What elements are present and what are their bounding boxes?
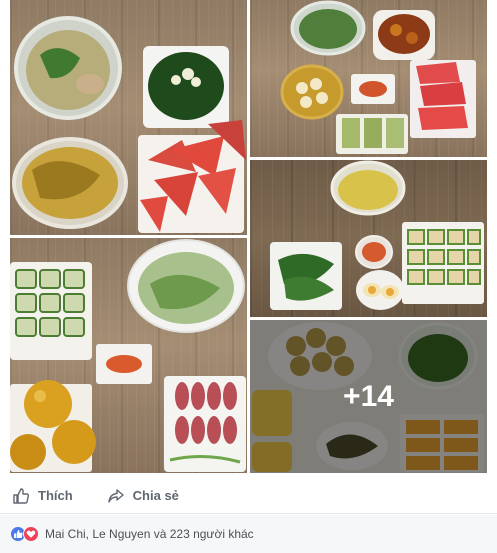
share-button[interactable]: Chia sẻ	[107, 487, 179, 505]
reactions-bar[interactable]: Mai Chi, Le Nguyen và 223 người khác	[0, 515, 497, 553]
share-arrow-icon	[107, 488, 124, 503]
love-icon	[23, 526, 39, 542]
thumbs-up-icon	[13, 487, 30, 504]
more-photos-count[interactable]: +14	[250, 320, 487, 473]
photo-5[interactable]: +14	[250, 320, 487, 473]
photo-4[interactable]	[10, 238, 247, 473]
share-label: Chia sẻ	[132, 488, 179, 503]
post-actions-bar: Thích Chia sẻ	[0, 478, 497, 514]
photo-1-image	[12, 16, 246, 233]
like-button[interactable]: Thích	[12, 487, 73, 505]
photo-3[interactable]	[250, 160, 487, 317]
photo-4-image	[10, 239, 246, 472]
reaction-icons	[10, 526, 39, 542]
photo-grid: +14	[0, 0, 497, 478]
photo-2[interactable]	[250, 0, 487, 157]
photo-1[interactable]	[10, 0, 247, 235]
like-label: Thích	[38, 488, 73, 503]
photo-3-image	[270, 160, 484, 310]
photo-2-image	[280, 0, 476, 154]
reactions-summary[interactable]: Mai Chi, Le Nguyen và 223 người khác	[45, 527, 254, 541]
